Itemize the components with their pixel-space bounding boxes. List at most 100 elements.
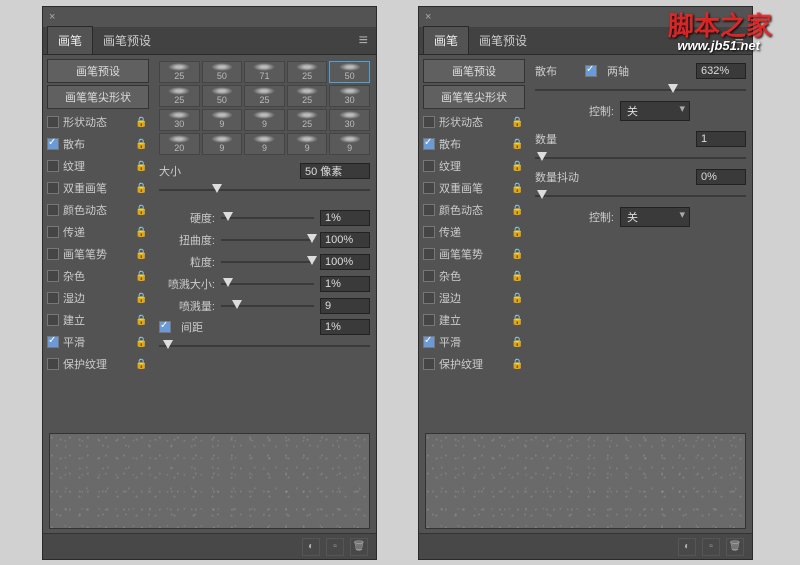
brush-cell[interactable]: 30 bbox=[329, 109, 370, 131]
scatter-slider[interactable] bbox=[535, 83, 746, 97]
brush-cell[interactable]: 25 bbox=[159, 85, 200, 107]
lock-icon[interactable]: 🔒 bbox=[511, 183, 525, 194]
lock-icon[interactable]: 🔒 bbox=[135, 315, 149, 326]
tab-preset[interactable]: 画笔预设 bbox=[469, 27, 537, 54]
lock-icon[interactable]: 🔒 bbox=[511, 139, 525, 150]
checkbox[interactable] bbox=[423, 138, 435, 150]
lock-icon[interactable]: 🔒 bbox=[511, 117, 525, 128]
brush-cell[interactable]: 25 bbox=[244, 85, 285, 107]
lock-icon[interactable]: 🔒 bbox=[135, 117, 149, 128]
jitter-input[interactable] bbox=[696, 169, 746, 185]
checkbox[interactable] bbox=[47, 292, 59, 304]
size-slider[interactable] bbox=[159, 183, 370, 197]
lock-icon[interactable]: 🔒 bbox=[511, 359, 525, 370]
jitter-slider[interactable] bbox=[535, 189, 746, 203]
hardness-input[interactable] bbox=[320, 210, 370, 226]
brush-cell[interactable]: 20 bbox=[159, 133, 200, 155]
lock-icon[interactable]: 🔒 bbox=[135, 139, 149, 150]
brush-cell[interactable]: 9 bbox=[202, 133, 243, 155]
checkbox[interactable] bbox=[47, 204, 59, 216]
tab-preset[interactable]: 画笔预设 bbox=[93, 27, 161, 54]
new-preset-icon[interactable]: ▫ bbox=[326, 538, 344, 556]
brush-cell[interactable]: 9 bbox=[287, 133, 328, 155]
sidebar-item-texture[interactable]: 纹理🔒 bbox=[423, 155, 525, 177]
brush-cell[interactable]: 30 bbox=[159, 109, 200, 131]
lock-icon[interactable]: 🔒 bbox=[511, 293, 525, 304]
sidebar-item-color-dynamics[interactable]: 颜色动态🔒 bbox=[423, 199, 525, 221]
lock-icon[interactable]: 🔒 bbox=[511, 249, 525, 260]
brush-cell[interactable]: 71 bbox=[244, 61, 285, 83]
sidebar-item-smoothing[interactable]: 平滑🔒 bbox=[47, 331, 149, 353]
sidebar-item-scatter[interactable]: 散布🔒 bbox=[47, 133, 149, 155]
new-preset-icon[interactable]: ▫ bbox=[702, 538, 720, 556]
brush-cell[interactable]: 50 bbox=[202, 61, 243, 83]
sidebar-item-texture[interactable]: 纹理🔒 bbox=[47, 155, 149, 177]
trash-icon[interactable]: 🗑 bbox=[726, 538, 744, 556]
checkbox[interactable] bbox=[423, 226, 435, 238]
sidebar-item-smoothing[interactable]: 平滑🔒 bbox=[423, 331, 525, 353]
hardness-slider[interactable] bbox=[221, 211, 314, 225]
lock-icon[interactable]: 🔒 bbox=[511, 315, 525, 326]
menu-icon[interactable]: ≡ bbox=[351, 28, 376, 54]
scatter-input[interactable] bbox=[696, 63, 746, 79]
sidebar-item-noise[interactable]: 杂色🔒 bbox=[47, 265, 149, 287]
checkbox[interactable] bbox=[423, 314, 435, 326]
brush-cell[interactable]: 25 bbox=[287, 85, 328, 107]
preset-button[interactable]: 画笔预设 bbox=[423, 59, 525, 83]
sidebar-item-dual-brush[interactable]: 双重画笔🔒 bbox=[47, 177, 149, 199]
checkbox[interactable] bbox=[47, 182, 59, 194]
checkbox[interactable] bbox=[423, 248, 435, 260]
sidebar-item-wet-edges[interactable]: 湿边🔒 bbox=[423, 287, 525, 309]
lock-icon[interactable]: 🔒 bbox=[135, 249, 149, 260]
brush-cell[interactable]: 9 bbox=[244, 133, 285, 155]
lock-icon[interactable]: 🔒 bbox=[135, 227, 149, 238]
size-input[interactable] bbox=[300, 163, 370, 179]
tab-brush[interactable]: 画笔 bbox=[423, 26, 469, 54]
sidebar-item-transfer[interactable]: 传递🔒 bbox=[47, 221, 149, 243]
distort-slider[interactable] bbox=[221, 233, 314, 247]
sidebar-item-shape-dynamics[interactable]: 形状动态🔒 bbox=[423, 111, 525, 133]
lock-icon[interactable]: 🔒 bbox=[135, 183, 149, 194]
lock-icon[interactable]: 🔒 bbox=[135, 359, 149, 370]
control2-select[interactable]: 关 bbox=[620, 207, 690, 227]
checkbox[interactable] bbox=[47, 248, 59, 260]
trash-icon[interactable]: 🗑 bbox=[350, 538, 368, 556]
both-axes-checkbox[interactable] bbox=[585, 65, 597, 77]
sidebar-item-noise[interactable]: 杂色🔒 bbox=[423, 265, 525, 287]
sidebar-item-pose[interactable]: 画笔笔势🔒 bbox=[423, 243, 525, 265]
spacing-slider[interactable] bbox=[159, 339, 370, 353]
checkbox[interactable] bbox=[47, 160, 59, 172]
splash-size-slider[interactable] bbox=[221, 277, 314, 291]
lock-icon[interactable]: 🔒 bbox=[511, 271, 525, 282]
brush-cell[interactable]: 9 bbox=[329, 133, 370, 155]
count-slider[interactable] bbox=[535, 151, 746, 165]
brush-cell[interactable]: 25 bbox=[287, 61, 328, 83]
close-icon[interactable]: × bbox=[49, 11, 55, 23]
brush-cell[interactable]: 25 bbox=[287, 109, 328, 131]
checkbox[interactable] bbox=[47, 270, 59, 282]
checkbox[interactable] bbox=[423, 204, 435, 216]
checkbox[interactable] bbox=[47, 226, 59, 238]
checkbox[interactable] bbox=[423, 336, 435, 348]
checkbox[interactable] bbox=[423, 270, 435, 282]
sidebar-item-protect-texture[interactable]: 保护纹理🔒 bbox=[423, 353, 525, 375]
brush-cell[interactable]: 9 bbox=[244, 109, 285, 131]
grain-slider[interactable] bbox=[221, 255, 314, 269]
close-icon[interactable]: × bbox=[425, 11, 431, 23]
sidebar-item-pose[interactable]: 画笔笔势🔒 bbox=[47, 243, 149, 265]
tip-shape-button[interactable]: 画笔笔尖形状 bbox=[47, 85, 149, 109]
brush-cell[interactable]: 50 bbox=[329, 61, 370, 83]
splash-amt-input[interactable] bbox=[320, 298, 370, 314]
sidebar-item-transfer[interactable]: 传递🔒 bbox=[423, 221, 525, 243]
checkbox[interactable] bbox=[423, 182, 435, 194]
lock-icon[interactable]: 🔒 bbox=[511, 227, 525, 238]
spacing-input[interactable] bbox=[320, 319, 370, 335]
count-input[interactable] bbox=[696, 131, 746, 147]
brush-cell[interactable]: 9 bbox=[202, 109, 243, 131]
lock-icon[interactable]: 🔒 bbox=[511, 337, 525, 348]
brush-cell[interactable]: 30 bbox=[329, 85, 370, 107]
brush-cell[interactable]: 50 bbox=[202, 85, 243, 107]
lock-icon[interactable]: 🔒 bbox=[135, 271, 149, 282]
sidebar-item-wet-edges[interactable]: 湿边🔒 bbox=[47, 287, 149, 309]
checkbox[interactable] bbox=[47, 336, 59, 348]
